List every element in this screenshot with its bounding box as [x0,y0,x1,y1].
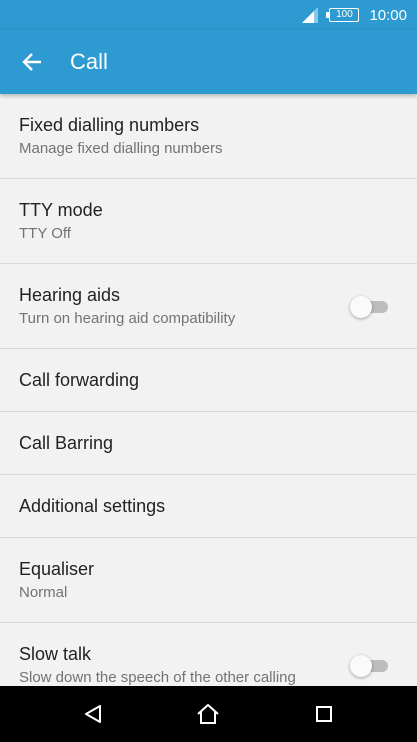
setting-call-barring[interactable]: Call Barring [0,412,417,475]
toggle-knob [350,296,372,318]
navigation-bar [0,686,417,742]
setting-equaliser[interactable]: Equaliser Normal [0,538,417,623]
setting-title: Equaliser [19,559,95,579]
setting-title: Call forwarding [19,370,140,390]
status-time: 10:00 [369,6,407,24]
setting-subtitle: Manage fixed dialling numbers [19,140,223,157]
back-button[interactable] [14,44,50,80]
setting-title: Additional settings [19,496,166,516]
square-recents-icon [316,706,332,722]
page-title: Call [70,49,108,74]
status-bar: 100 10:00 [0,0,417,30]
toggle-knob [350,655,372,677]
setting-call-forwarding[interactable]: Call forwarding [0,349,417,412]
setting-subtitle: Normal [19,584,68,601]
nav-home-button[interactable] [194,700,222,728]
battery-level: 100 [336,9,353,20]
triangle-back-icon [85,705,101,723]
status-indicators: 100 10:00 [301,0,407,30]
setting-title: Hearing aids [19,285,121,305]
app-bar: Call [0,30,417,94]
setting-subtitle: TTY Off [19,225,71,242]
setting-title: Call Barring [19,433,114,453]
nav-back-button[interactable] [79,700,107,728]
settings-list: Fixed dialling numbers Manage fixed dial… [0,94,417,686]
setting-title: Slow talk [19,644,92,664]
setting-fixed-dialling-numbers[interactable]: Fixed dialling numbers Manage fixed dial… [0,94,417,179]
arrow-left-icon [22,53,41,71]
setting-title: TTY mode [19,200,103,220]
signal-icon [302,7,319,23]
slow-talk-toggle[interactable] [350,655,388,677]
setting-tty-mode[interactable]: TTY mode TTY Off [0,179,417,264]
battery-icon: 100 [326,8,360,22]
setting-subtitle: Turn on hearing aid compatibility [19,310,236,327]
setting-title: Fixed dialling numbers [19,115,200,135]
nav-recents-button[interactable] [310,700,338,728]
setting-slow-talk[interactable]: Slow talk Slow down the speech of the ot… [0,623,417,686]
setting-subtitle: Slow down the speech of the other callin… [19,669,296,686]
setting-additional-settings[interactable]: Additional settings [0,475,417,538]
hearing-aids-toggle[interactable] [350,296,388,318]
setting-hearing-aids[interactable]: Hearing aids Turn on hearing aid compati… [0,264,417,349]
home-icon [197,704,219,724]
